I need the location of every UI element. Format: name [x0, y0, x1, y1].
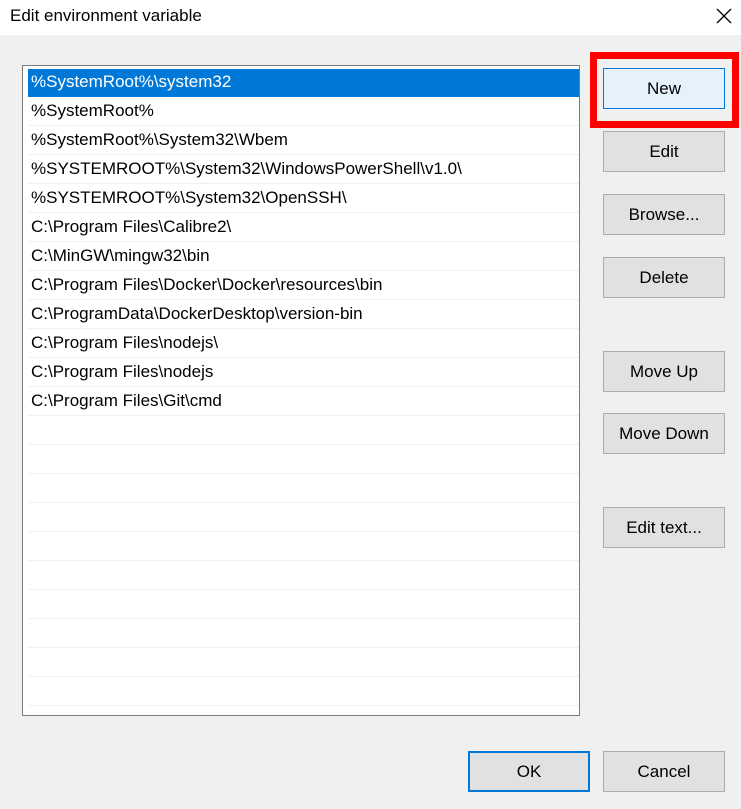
path-list[interactable]: %SystemRoot%\system32 %SystemRoot% %Syst…: [22, 65, 580, 716]
list-item[interactable]: C:\Program Files\Docker\Docker\resources…: [28, 272, 579, 300]
list-item[interactable]: C:\Program Files\Calibre2\: [28, 214, 579, 242]
list-item-label: %SystemRoot%\system32: [31, 72, 232, 91]
list-item[interactable]: C:\Program Files\nodejs: [28, 359, 579, 387]
empty-row: [28, 533, 579, 561]
empty-row: [28, 678, 579, 706]
cancel-button[interactable]: Cancel: [603, 751, 725, 792]
window-title: Edit environment variable: [10, 6, 202, 25]
edit-text-button[interactable]: Edit text...: [603, 507, 725, 548]
delete-button[interactable]: Delete: [603, 257, 725, 298]
list-item[interactable]: C:\MinGW\mingw32\bin: [28, 243, 579, 271]
ok-button[interactable]: OK: [468, 751, 590, 792]
list-item[interactable]: C:\ProgramData\DockerDesktop\version-bin: [28, 301, 579, 329]
new-button[interactable]: New: [603, 68, 725, 109]
list-item-label: C:\Program Files\nodejs\: [31, 333, 219, 352]
list-item-label: C:\ProgramData\DockerDesktop\version-bin: [31, 304, 363, 323]
empty-row: [28, 417, 579, 445]
list-item-label: %SystemRoot%: [31, 101, 154, 120]
list-item[interactable]: C:\Program Files\Git\cmd: [28, 388, 579, 416]
list-item-label: C:\Program Files\nodejs: [31, 362, 214, 381]
list-item-label: C:\Program Files\Docker\Docker\resources…: [31, 275, 383, 294]
close-icon: [716, 8, 731, 23]
list-item-label: C:\Program Files\Git\cmd: [31, 391, 222, 410]
close-button[interactable]: [706, 0, 741, 31]
list-item-label: %SYSTEMROOT%\System32\OpenSSH\: [31, 188, 347, 207]
list-item-label: %SystemRoot%\System32\Wbem: [31, 130, 288, 149]
list-item-label: C:\MinGW\mingw32\bin: [31, 246, 210, 265]
list-item[interactable]: %SYSTEMROOT%\System32\WindowsPowerShell\…: [28, 156, 579, 184]
list-item-label: %SYSTEMROOT%\System32\WindowsPowerShell\…: [31, 159, 462, 178]
empty-row: [28, 504, 579, 532]
list-item-label: C:\Program Files\Calibre2\: [31, 217, 232, 236]
list-item[interactable]: %SystemRoot%\system32: [28, 69, 579, 97]
empty-row: [28, 591, 579, 619]
move-up-button[interactable]: Move Up: [603, 351, 725, 392]
move-down-button[interactable]: Move Down: [603, 413, 725, 454]
browse-button[interactable]: Browse...: [603, 194, 725, 235]
edit-button[interactable]: Edit: [603, 131, 725, 172]
list-item[interactable]: %SystemRoot%: [28, 98, 579, 126]
title-bar: Edit environment variable: [0, 0, 741, 35]
empty-row: [28, 446, 579, 474]
list-item[interactable]: %SYSTEMROOT%\System32\OpenSSH\: [28, 185, 579, 213]
empty-row: [28, 649, 579, 677]
list-item[interactable]: C:\Program Files\nodejs\: [28, 330, 579, 358]
empty-row: [28, 562, 579, 590]
list-item[interactable]: %SystemRoot%\System32\Wbem: [28, 127, 579, 155]
empty-row: [28, 620, 579, 648]
empty-row: [28, 475, 579, 503]
